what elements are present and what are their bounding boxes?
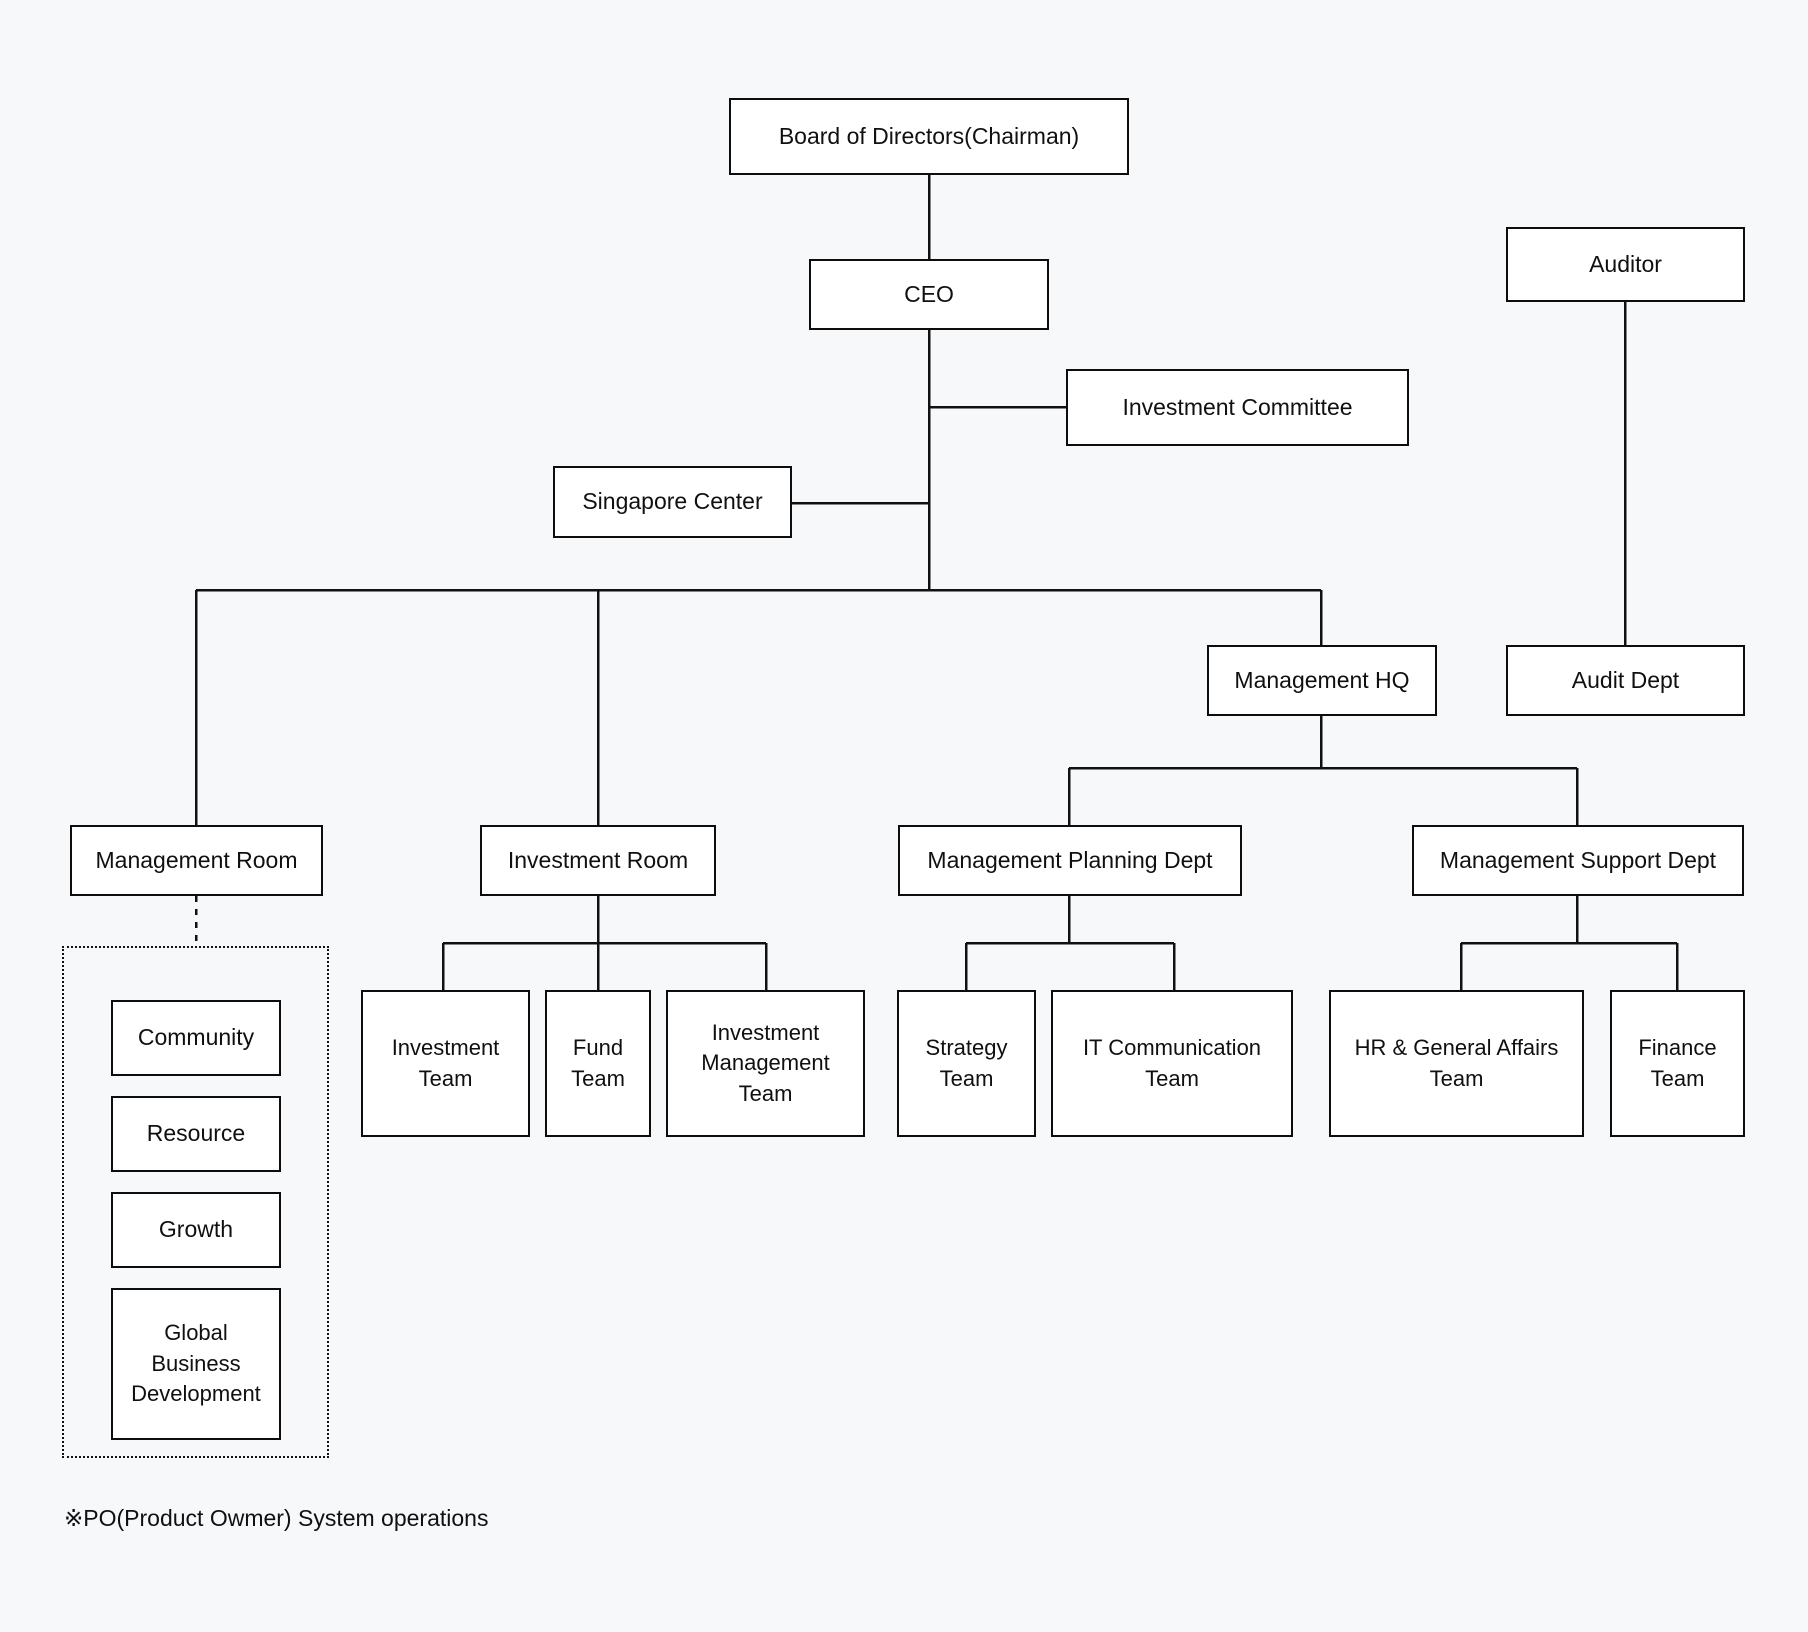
- node-strategy-team[interactable]: Strategy Team: [897, 990, 1036, 1137]
- footnote-po-system: ※PO(Product Owmer) System operations: [64, 1505, 489, 1531]
- node-investment-room[interactable]: Investment Room: [480, 825, 716, 896]
- node-management-hq[interactable]: Management HQ: [1207, 645, 1437, 716]
- node-auditor[interactable]: Auditor: [1506, 227, 1745, 302]
- node-fund-team[interactable]: Fund Team: [545, 990, 651, 1137]
- node-hr-general-affairs-team[interactable]: HR & General Affairs Team: [1329, 990, 1584, 1137]
- node-finance-team[interactable]: Finance Team: [1610, 990, 1745, 1137]
- node-growth[interactable]: Growth: [111, 1192, 281, 1268]
- node-investment-committee[interactable]: Investment Committee: [1066, 369, 1409, 446]
- org-chart: Board of Directors(Chairman) CEO Investm…: [0, 0, 1808, 1632]
- node-global-business-development[interactable]: Global Business Development: [111, 1288, 281, 1440]
- node-board-of-directors[interactable]: Board of Directors(Chairman): [729, 98, 1129, 175]
- node-it-communication-team[interactable]: IT Communication Team: [1051, 990, 1293, 1137]
- node-management-planning-dept[interactable]: Management Planning Dept: [898, 825, 1242, 896]
- node-resource[interactable]: Resource: [111, 1096, 281, 1172]
- node-management-room[interactable]: Management Room: [70, 825, 323, 896]
- node-investment-team[interactable]: Investment Team: [361, 990, 530, 1137]
- node-singapore-center[interactable]: Singapore Center: [553, 466, 792, 538]
- node-audit-dept[interactable]: Audit Dept: [1506, 645, 1745, 716]
- node-management-support-dept[interactable]: Management Support Dept: [1412, 825, 1744, 896]
- node-investment-management-team[interactable]: Investment Management Team: [666, 990, 865, 1137]
- node-community[interactable]: Community: [111, 1000, 281, 1076]
- node-ceo[interactable]: CEO: [809, 259, 1049, 330]
